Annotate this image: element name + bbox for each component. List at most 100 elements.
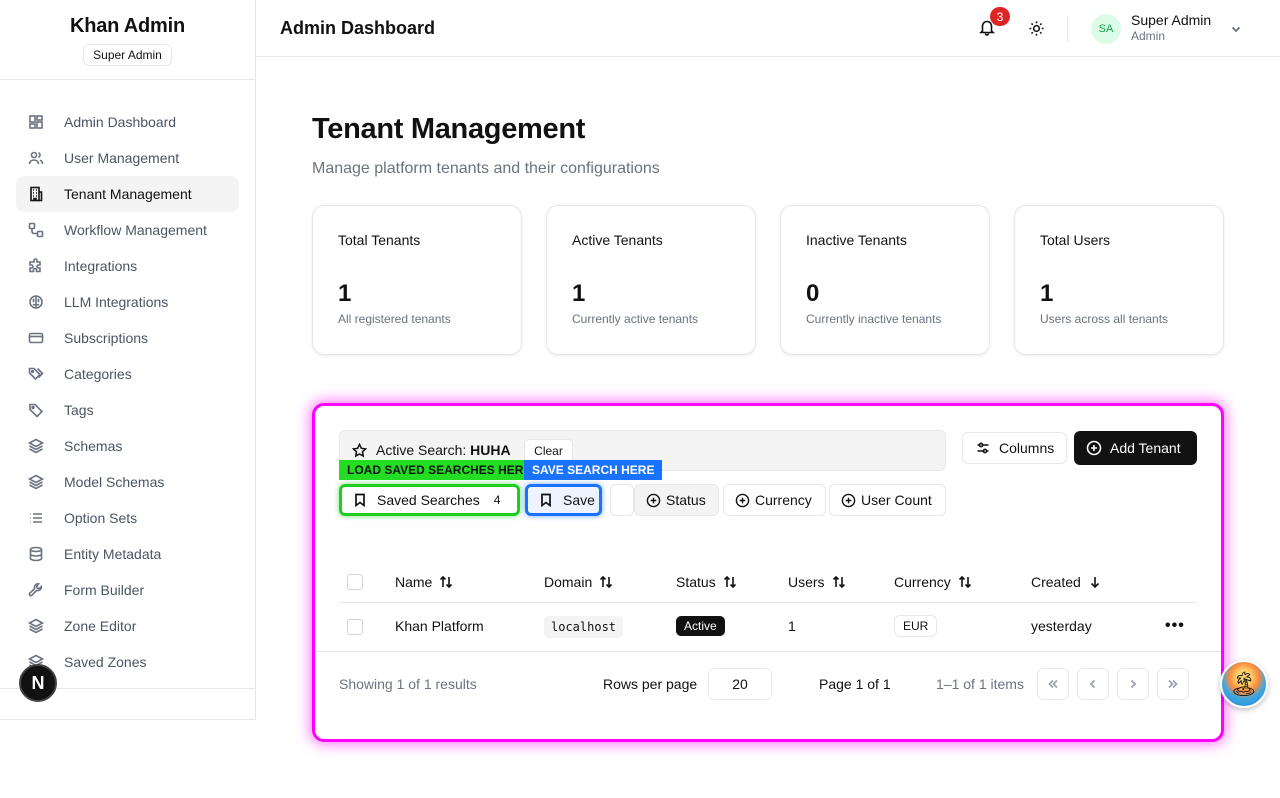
sidebar-item-label: Schemas <box>64 438 123 454</box>
chevrons-right-icon <box>1168 679 1178 689</box>
stat-label: Inactive Tenants <box>806 232 907 248</box>
column-header-domain[interactable]: Domain <box>544 574 613 590</box>
sort-icon <box>440 575 453 589</box>
puzzle-icon <box>28 258 44 274</box>
column-header-users[interactable]: Users <box>788 574 846 590</box>
column-label: Created <box>1031 574 1081 590</box>
sidebar-item-entity-metadata[interactable]: Entity Metadata <box>16 536 239 572</box>
sidebar-item-user-management[interactable]: User Management <box>16 140 239 176</box>
stat-card-total-tenants: Total Tenants 1 All registered tenants <box>312 205 522 355</box>
credit-card-icon <box>28 330 44 346</box>
sidebar-item-zone-editor[interactable]: Zone Editor <box>16 608 239 644</box>
chevron-down-icon[interactable] <box>1229 22 1243 41</box>
stat-card-total-users: Total Users 1 Users across all tenants <box>1014 205 1224 355</box>
cell-name[interactable]: Khan Platform <box>395 618 484 634</box>
column-header-status[interactable]: Status <box>676 574 737 590</box>
workflow-icon <box>28 222 44 238</box>
plus-circle-icon <box>735 493 750 507</box>
columns-button[interactable]: Columns <box>962 432 1067 464</box>
header-title: Admin Dashboard <box>280 17 436 38</box>
status-badge: Active <box>676 616 725 636</box>
active-search-prefix: Active Search: <box>376 442 471 458</box>
chevron-left-icon <box>1089 679 1096 689</box>
sidebar-item-categories[interactable]: Categories <box>16 356 239 392</box>
sidebar-item-model-schemas[interactable]: Model Schemas <box>16 464 239 500</box>
column-label: Currency <box>894 574 951 590</box>
top-header: Admin Dashboard <box>256 0 1280 57</box>
add-tenant-label: Add Tenant <box>1110 440 1181 456</box>
prev-page-button[interactable] <box>1077 668 1109 700</box>
rows-per-page-select[interactable]: 20 <box>708 668 772 700</box>
stat-value: 1 <box>338 280 352 307</box>
sidebar-item-label: Model Schemas <box>64 474 165 490</box>
saved-searches-label: Saved Searches <box>377 492 480 508</box>
cell-domain: localhost <box>544 616 624 638</box>
active-search-name: HUHA <box>470 442 511 458</box>
sidebar-item-label: Categories <box>64 366 132 382</box>
columns-label: Columns <box>999 440 1055 456</box>
sort-icon <box>600 575 613 589</box>
filter-label: Currency <box>755 492 812 508</box>
filter-input[interactable] <box>610 484 634 516</box>
sidebar-item-option-sets[interactable]: Option Sets <box>16 500 239 536</box>
load-saved-searches-tag: LOAD SAVED SEARCHES HERE <box>339 460 529 480</box>
sun-icon[interactable] <box>1028 20 1045 42</box>
cell-created: yesterday <box>1031 618 1092 634</box>
sidebar-item-llm-integrations[interactable]: LLM Integrations <box>16 284 239 320</box>
add-tenant-button[interactable]: Add Tenant <box>1074 431 1197 465</box>
column-label: Name <box>395 574 433 590</box>
sidebar-item-admin-dashboard[interactable]: Admin Dashboard <box>16 104 239 140</box>
chevron-right-icon <box>1130 679 1137 689</box>
plus-circle-icon <box>646 493 661 507</box>
sidebar-item-label: Entity Metadata <box>64 546 162 562</box>
assistant-beach-icon[interactable]: 🏝 <box>1220 660 1268 708</box>
tag-icon <box>28 402 44 418</box>
last-page-button[interactable] <box>1157 668 1189 700</box>
sidebar-item-tenant-management[interactable]: Tenant Management <box>16 176 239 212</box>
sort-icon <box>723 575 736 589</box>
sidebar-item-label: Form Builder <box>64 582 145 598</box>
first-page-button[interactable] <box>1037 668 1069 700</box>
stat-description: Users across all tenants <box>1040 312 1169 326</box>
sidebar-item-schemas[interactable]: Schemas <box>16 428 239 464</box>
sidebar: Khan Admin Super Admin Admin Dashboard U… <box>0 0 256 720</box>
save-search-button[interactable]: Save <box>525 484 602 516</box>
items-range: 1–1 of 1 items <box>936 676 1024 692</box>
next-page-button[interactable] <box>1117 668 1149 700</box>
column-header-created[interactable]: Created <box>1031 574 1102 590</box>
stat-card-inactive-tenants: Inactive Tenants 0 Currently inactive te… <box>780 205 990 355</box>
sidebar-item-label: Tags <box>64 402 94 418</box>
stat-value: 1 <box>1040 280 1054 307</box>
status-filter-button[interactable]: Status <box>634 484 719 516</box>
results-count: Showing 1 of 1 results <box>339 676 477 692</box>
chevrons-left-icon <box>1048 679 1058 689</box>
sidebar-item-tags[interactable]: Tags <box>16 392 239 428</box>
column-label: Domain <box>544 574 593 590</box>
column-header-currency[interactable]: Currency <box>894 574 972 590</box>
building-icon <box>28 186 44 202</box>
sidebar-item-workflow-management[interactable]: Workflow Management <box>16 212 239 248</box>
sliders-icon <box>977 442 989 454</box>
next-dev-badge[interactable]: N <box>19 664 57 702</box>
row-actions-menu[interactable]: ••• <box>1165 617 1185 635</box>
stat-label: Total Users <box>1040 232 1111 248</box>
select-all-checkbox[interactable] <box>347 574 363 590</box>
column-header-name[interactable]: Name <box>395 574 453 590</box>
stat-card-active-tenants: Active Tenants 1 Currently active tenant… <box>546 205 756 355</box>
bookmark-icon <box>355 493 365 507</box>
row-checkbox[interactable] <box>347 619 363 635</box>
sidebar-item-label: Admin Dashboard <box>64 114 177 130</box>
sidebar-item-label: Tenant Management <box>64 186 192 202</box>
currency-filter-button[interactable]: Currency <box>723 484 826 516</box>
sidebar-item-form-builder[interactable]: Form Builder <box>16 572 239 608</box>
cell-users: 1 <box>788 618 796 634</box>
plus-circle-icon <box>1086 440 1102 456</box>
user-name[interactable]: Super Admin <box>1131 12 1211 28</box>
brand-title: Khan Admin <box>69 15 186 37</box>
sidebar-item-label: Saved Zones <box>64 654 147 670</box>
sidebar-item-integrations[interactable]: Integrations <box>16 248 239 284</box>
user-count-filter-button[interactable]: User Count <box>829 484 946 516</box>
saved-searches-button[interactable]: Saved Searches 4 <box>339 484 520 516</box>
avatar[interactable]: SA <box>1091 14 1121 44</box>
sidebar-item-subscriptions[interactable]: Subscriptions <box>16 320 239 356</box>
